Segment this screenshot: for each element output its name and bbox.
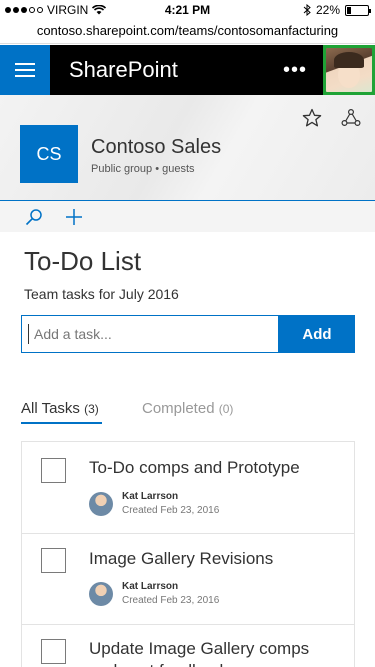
- avatar-photo: [326, 48, 372, 92]
- avatar[interactable]: [323, 45, 375, 95]
- site-logo[interactable]: CS: [20, 125, 78, 183]
- tab-completed-count: (0): [218, 402, 234, 416]
- app-title[interactable]: SharePoint: [69, 57, 178, 83]
- command-bar: [0, 200, 375, 232]
- app-header: SharePoint •••: [0, 45, 375, 95]
- author-avatar: [89, 582, 113, 606]
- site-subtitle: Public group • guests: [91, 163, 195, 175]
- author-avatar: [89, 492, 113, 516]
- task-author: Kat Larrson: [122, 491, 179, 502]
- search-icon[interactable]: [25, 208, 43, 226]
- list-item[interactable]: Update Image Gallery comps and post feed…: [22, 625, 354, 667]
- list-item[interactable]: To-Do comps and Prototype Kat Larrson Cr…: [22, 442, 354, 534]
- star-icon[interactable]: [302, 108, 322, 128]
- bluetooth-icon: [303, 4, 311, 16]
- battery-icon: [345, 4, 371, 16]
- task-checkbox[interactable]: [41, 639, 66, 664]
- tab-all-label: All Tasks: [21, 400, 80, 417]
- task-list: To-Do comps and Prototype Kat Larrson Cr…: [21, 441, 355, 667]
- add-task-input[interactable]: [21, 315, 279, 353]
- active-tab-indicator: [21, 422, 102, 424]
- plus-icon[interactable]: [65, 208, 83, 226]
- task-checkbox[interactable]: [41, 548, 66, 573]
- list-item[interactable]: Image Gallery Revisions Kat Larrson Crea…: [22, 534, 354, 625]
- page-subtitle: Team tasks for July 2016: [24, 286, 179, 302]
- text-caret: [28, 324, 29, 344]
- task-title[interactable]: Image Gallery Revisions: [89, 548, 273, 570]
- share-icon[interactable]: [341, 108, 361, 128]
- address-bar[interactable]: contoso.sharepoint.com/teams/contosomanf…: [0, 20, 375, 44]
- task-title[interactable]: Update Image Gallery comps and post feed…: [89, 638, 339, 667]
- status-right: 22%: [303, 3, 371, 17]
- tab-all-count: (3): [84, 402, 99, 416]
- page-title: To-Do List: [24, 246, 142, 276]
- battery-level: [347, 6, 352, 14]
- task-created: Created Feb 23, 2016: [122, 595, 220, 606]
- tab-all-tasks[interactable]: All Tasks (3): [21, 400, 99, 417]
- task-created: Created Feb 23, 2016: [122, 505, 220, 516]
- task-checkbox[interactable]: [41, 458, 66, 483]
- tab-completed-label: Completed: [142, 400, 215, 417]
- battery-percent: 22%: [315, 3, 340, 17]
- site-title[interactable]: Contoso Sales: [91, 136, 221, 159]
- menu-icon[interactable]: [0, 45, 50, 95]
- add-task-button[interactable]: Add: [279, 315, 355, 353]
- task-author: Kat Larrson: [122, 581, 179, 592]
- task-title[interactable]: To-Do comps and Prototype: [89, 457, 300, 479]
- more-icon[interactable]: •••: [283, 59, 307, 82]
- status-bar: VIRGIN 4:21 PM 22%: [0, 0, 375, 20]
- tab-completed[interactable]: Completed (0): [142, 400, 233, 417]
